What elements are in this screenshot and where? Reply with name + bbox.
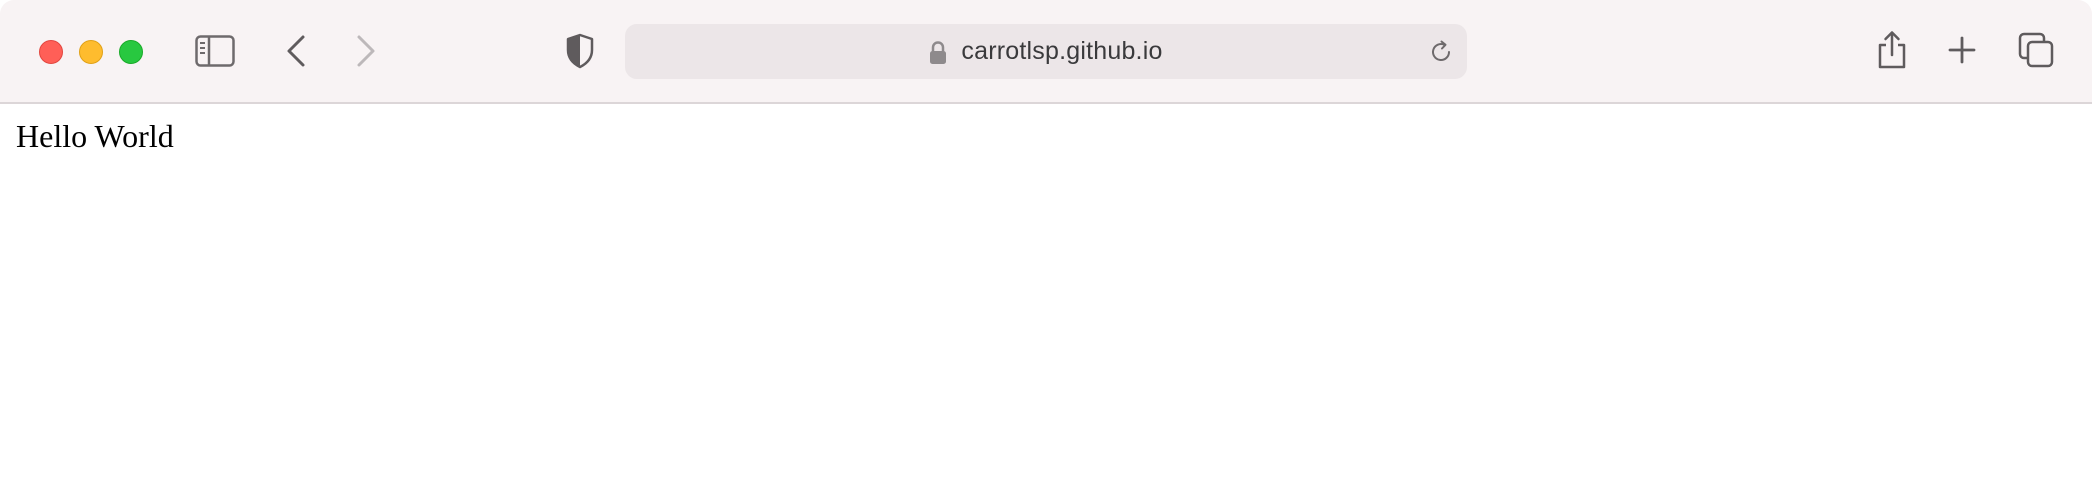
sidebar-toggle-button[interactable] <box>192 32 238 70</box>
forward-button[interactable] <box>348 32 384 70</box>
new-tab-button[interactable] <box>1944 30 1980 70</box>
reload-icon <box>1427 40 1455 70</box>
window-close-button[interactable] <box>39 40 63 64</box>
reload-button[interactable] <box>1427 38 1455 66</box>
window-maximize-button[interactable] <box>119 40 143 64</box>
privacy-report-button[interactable] <box>560 30 600 72</box>
tab-overview-button[interactable] <box>2016 30 2056 70</box>
share-button[interactable] <box>1874 28 1910 72</box>
window-minimize-button[interactable] <box>79 40 103 64</box>
page-body-text: Hello World <box>16 118 174 154</box>
chevron-left-icon <box>284 34 308 68</box>
tabs-overview-icon <box>2018 32 2054 68</box>
sidebar-icon <box>195 35 235 67</box>
shield-icon <box>565 33 595 69</box>
plus-icon <box>1947 35 1977 65</box>
lock-icon <box>929 40 947 65</box>
share-icon <box>1876 30 1908 70</box>
page-content: Hello World <box>0 104 2092 504</box>
browser-toolbar: carrotlsp.github.io <box>0 0 2092 104</box>
url-text[interactable]: carrotlsp.github.io <box>961 37 1162 66</box>
address-bar-content: carrotlsp.github.io <box>625 24 1467 79</box>
chevron-right-icon <box>354 34 378 68</box>
back-button[interactable] <box>278 32 314 70</box>
address-bar[interactable]: carrotlsp.github.io <box>625 24 1467 79</box>
browser-window: carrotlsp.github.io Hello World <box>0 0 2092 504</box>
